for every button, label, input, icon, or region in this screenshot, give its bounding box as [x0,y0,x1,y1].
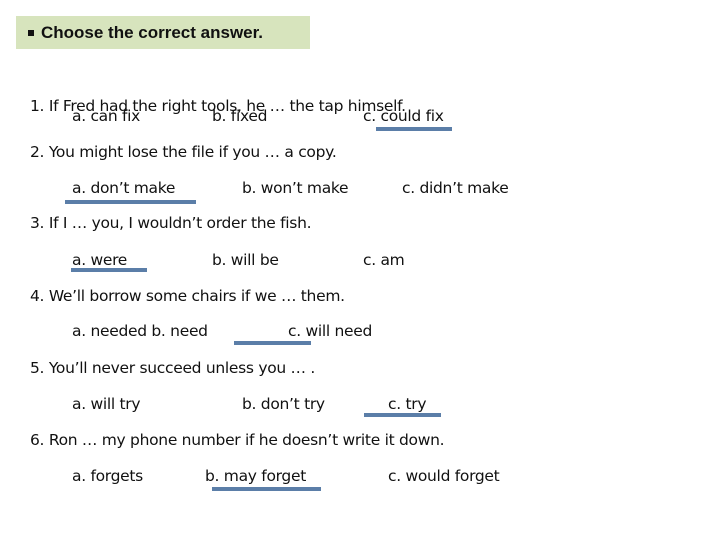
question-2: 2. You might lose the file if you … a co… [30,143,337,161]
q5-answer-underline [364,413,441,417]
q6-answer-underline [212,487,321,491]
q4-option-a-b[interactable]: a. needed b. need [72,322,208,340]
q6-option-b[interactable]: b. may forget [205,467,306,485]
instruction-header: Choose the correct answer. [16,16,310,49]
question-5: 5. You’ll never succeed unless you … . [30,359,315,377]
square-bullet-icon [28,29,34,36]
q6-option-c[interactable]: c. would forget [388,467,500,485]
question-3: 3. If I … you, I wouldn’t order the fish… [30,214,312,232]
q1-option-c[interactable]: c. could fix [363,107,444,125]
q1-option-b[interactable]: b. fixed [212,107,267,125]
q3-answer-underline [71,268,147,272]
question-6: 6. Ron … my phone number if he doesn’t w… [30,431,445,449]
question-4: 4. We’ll borrow some chairs if we … them… [30,287,345,305]
q5-option-c[interactable]: c. try [388,395,427,413]
q1-answer-underline [376,127,452,131]
q2-option-a[interactable]: a. don’t make [72,179,175,197]
q4-option-c[interactable]: c. will need [288,322,372,340]
q1-option-a[interactable]: a. can fix [72,107,140,125]
q2-option-c[interactable]: c. didn’t make [402,179,509,197]
q4-answer-underline [234,341,311,345]
q5-option-a[interactable]: a. will try [72,395,141,413]
q3-option-a[interactable]: a. were [72,251,127,269]
q6-option-a[interactable]: a. forgets [72,467,143,485]
q3-option-c[interactable]: c. am [363,251,405,269]
q2-answer-underline [65,200,196,204]
q5-option-b[interactable]: b. don’t try [242,395,325,413]
instruction-title: Choose the correct answer. [41,22,264,42]
q2-option-b[interactable]: b. won’t make [242,179,349,197]
q3-option-b[interactable]: b. will be [212,251,279,269]
